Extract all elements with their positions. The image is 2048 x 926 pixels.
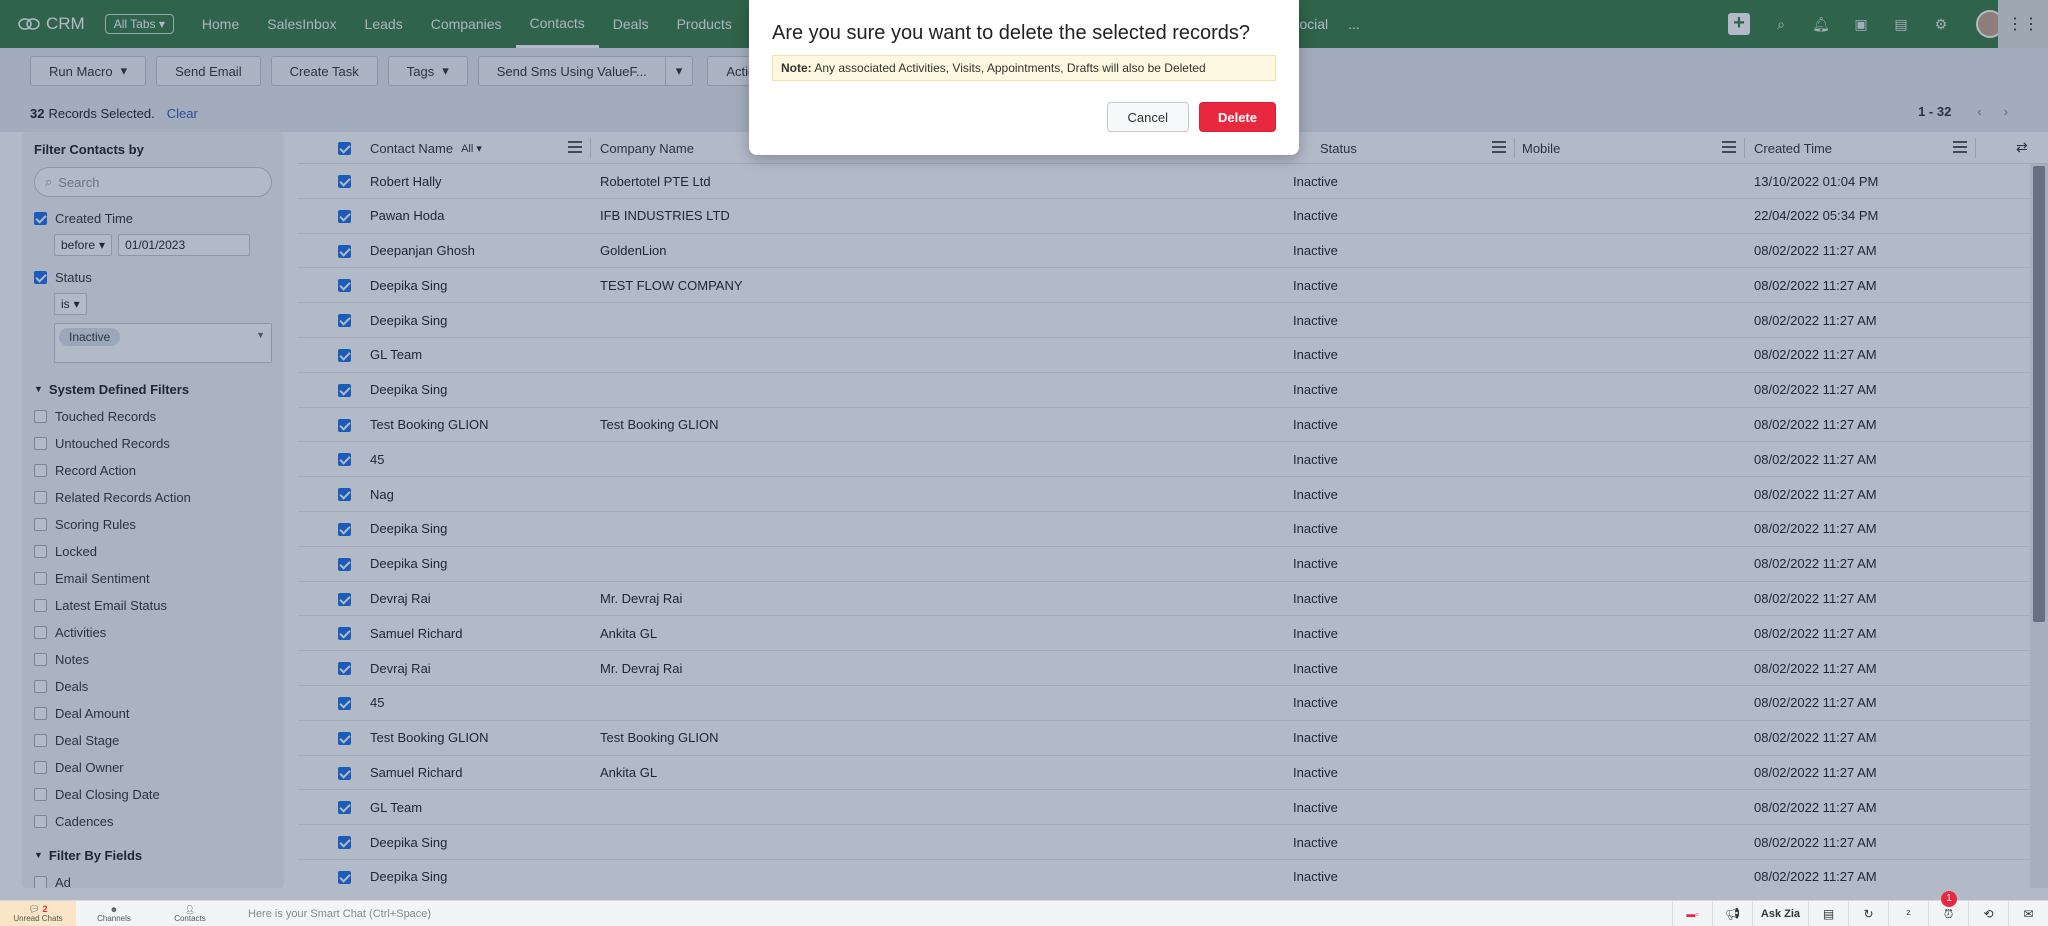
channels-label: Channels	[97, 913, 131, 923]
unread-chats-label: Unread Chats	[13, 913, 63, 923]
dialog-title: Are you sure you want to delete the sele…	[772, 22, 1251, 44]
unread-count-badge: 2	[42, 903, 48, 914]
chat-icon: 💬︎ 2	[28, 903, 48, 914]
smart-chat-input[interactable]: Here is your Smart Chat (Ctrl+Space)	[248, 908, 431, 920]
dialog-actions: Cancel Delete	[1106, 102, 1276, 132]
megaphone-icon[interactable]: 📢︎	[1712, 901, 1752, 926]
notes-icon[interactable]: ▤	[1808, 901, 1848, 926]
recording-icon[interactable]: ▬▫	[1672, 901, 1712, 926]
messages-icon[interactable]: ✉	[2008, 901, 2048, 926]
dialog-note: Note: Any associated Activities, Visits,…	[772, 55, 1276, 81]
history-icon[interactable]: ⟲	[1968, 901, 2008, 926]
delete-confirm-dialog: Are you sure you want to delete the sele…	[749, 0, 1299, 155]
ask-zia-button[interactable]: Ask Zia	[1752, 901, 1808, 926]
alarm-count-badge: 1	[1941, 891, 1957, 907]
channels-icon: ☻	[109, 904, 119, 914]
contacts-button[interactable]: 👤︎ Contacts	[152, 905, 228, 923]
zia-icon[interactable]: ᶻ	[1888, 901, 1928, 926]
channels-button[interactable]: ☻ Channels	[76, 905, 152, 923]
alarm-clock-icon[interactable]: ⏰︎ 1	[1928, 891, 1968, 926]
note-label: Note:	[781, 61, 812, 75]
cancel-button[interactable]: Cancel	[1106, 102, 1189, 132]
delete-button[interactable]: Delete	[1198, 102, 1276, 132]
bottom-bar: 💬︎ 2 Unread Chats ☻ Channels 👤︎ Contacts…	[0, 891, 2048, 926]
note-text: Any associated Activities, Visits, Appoi…	[814, 61, 1206, 75]
unread-chats-button[interactable]: 💬︎ 2 Unread Chats	[0, 900, 76, 926]
user-icon: 👤︎	[184, 904, 196, 914]
refresh-icon[interactable]: ↻	[1848, 901, 1888, 926]
contacts-label: Contacts	[174, 913, 206, 923]
bottom-bar-tools: ▬▫ 📢︎ Ask Zia ▤ ↻ ᶻ ⏰︎ 1 ⟲ ✉	[1672, 891, 2048, 926]
